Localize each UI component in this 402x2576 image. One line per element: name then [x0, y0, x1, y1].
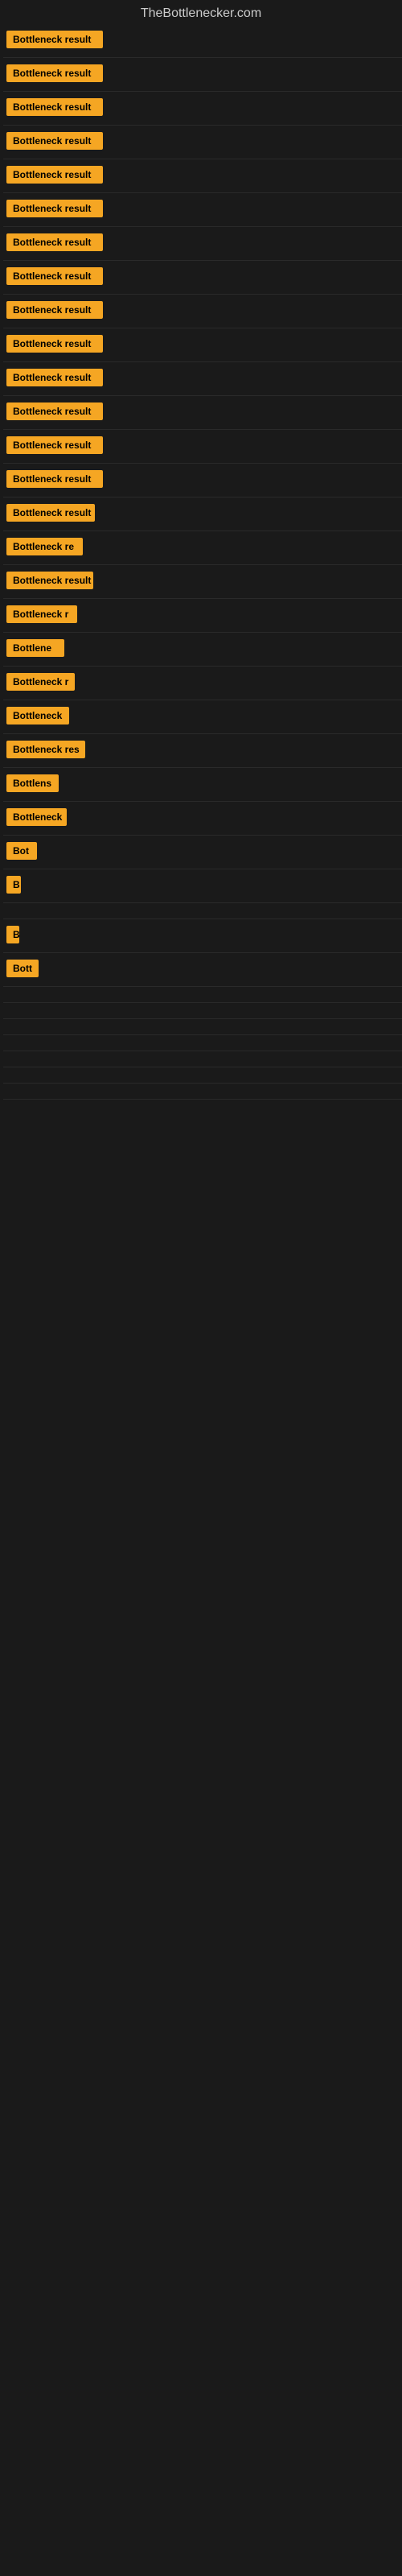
list-item: Bottleneck result	[3, 58, 402, 92]
bottleneck-badge[interactable]: Bottleneck result	[6, 369, 103, 386]
bottleneck-badge[interactable]: B	[6, 876, 21, 894]
list-item	[3, 1067, 402, 1084]
list-item	[3, 1019, 402, 1035]
bottleneck-badge[interactable]: Bottleneck result	[6, 301, 103, 319]
bottleneck-badge[interactable]: Bottleneck result	[6, 200, 103, 217]
list-item: Bottleneck result	[3, 24, 402, 58]
list-item: Bottleneck r	[3, 667, 402, 700]
bottleneck-badge[interactable]: Bottleneck re	[6, 538, 83, 555]
list-item: Bottlens	[3, 768, 402, 802]
list-item: Bottleneck result	[3, 126, 402, 159]
items-container: Bottleneck result Bottleneck result Bottle…	[0, 24, 402, 1100]
bottleneck-badge[interactable]: Bottlens	[6, 774, 59, 792]
bottleneck-badge[interactable]: Bottleneck result	[6, 267, 103, 285]
list-item	[3, 987, 402, 1003]
bottleneck-badge[interactable]: Bottleneck result	[6, 132, 103, 150]
list-item: Bottleneck	[3, 802, 402, 836]
bottleneck-badge[interactable]: Bottleneck result	[6, 31, 103, 48]
list-item: Bottleneck result	[3, 328, 402, 362]
bottleneck-badge[interactable]: Bott	[6, 960, 39, 977]
list-item	[3, 1003, 402, 1019]
bottleneck-badge[interactable]: Bottleneck r	[6, 605, 77, 623]
list-item: Bottleneck result	[3, 565, 402, 599]
list-item: Bottleneck result	[3, 193, 402, 227]
bottleneck-badge[interactable]: Bottleneck result	[6, 335, 103, 353]
bottleneck-badge[interactable]: Bottleneck result	[6, 572, 93, 589]
list-item: Bottleneck result	[3, 362, 402, 396]
list-item	[3, 1035, 402, 1051]
bottleneck-badge[interactable]: Bottleneck result	[6, 504, 95, 522]
bottleneck-badge[interactable]: Bottleneck r	[6, 673, 75, 691]
list-item: B	[3, 919, 402, 953]
bottleneck-badge[interactable]: Bottleneck result	[6, 166, 103, 184]
bottleneck-badge[interactable]: Bottleneck	[6, 707, 69, 724]
bottleneck-badge[interactable]: Bottleneck	[6, 808, 67, 826]
list-item	[3, 1051, 402, 1067]
list-item: Bottleneck result	[3, 159, 402, 193]
list-item: Bot	[3, 836, 402, 869]
list-item: B	[3, 869, 402, 903]
bottleneck-badge[interactable]: Bottleneck result	[6, 98, 103, 116]
bottleneck-badge[interactable]: Bottlene	[6, 639, 64, 657]
list-item: Bottleneck result	[3, 261, 402, 295]
list-item	[3, 903, 402, 919]
bottleneck-badge[interactable]: Bottleneck result	[6, 402, 103, 420]
list-item: Bottleneck result	[3, 92, 402, 126]
bottleneck-badge[interactable]: Bottleneck result	[6, 436, 103, 454]
list-item: Bottleneck res	[3, 734, 402, 768]
list-item: Bottleneck result	[3, 295, 402, 328]
bottleneck-badge[interactable]: Bottleneck result	[6, 470, 103, 488]
list-item: Bottleneck result	[3, 227, 402, 261]
list-item: Bottleneck	[3, 700, 402, 734]
site-title-bar: TheBottlenecker.com	[0, 0, 402, 24]
list-item: Bottleneck re	[3, 531, 402, 565]
site-title: TheBottlenecker.com	[0, 0, 402, 24]
list-item: Bottleneck r	[3, 599, 402, 633]
bottleneck-badge[interactable]: B	[6, 926, 19, 943]
list-item: Bottleneck result	[3, 396, 402, 430]
list-item: Bottleneck result	[3, 430, 402, 464]
list-item: Bottleneck result	[3, 464, 402, 497]
bottleneck-badge[interactable]: Bottleneck result	[6, 64, 103, 82]
list-item	[3, 1084, 402, 1100]
list-item: Bott	[3, 953, 402, 987]
list-item: Bottlene	[3, 633, 402, 667]
bottleneck-badge[interactable]: Bot	[6, 842, 37, 860]
bottleneck-badge[interactable]: Bottleneck res	[6, 741, 85, 758]
bottleneck-badge[interactable]: Bottleneck result	[6, 233, 103, 251]
list-item: Bottleneck result	[3, 497, 402, 531]
